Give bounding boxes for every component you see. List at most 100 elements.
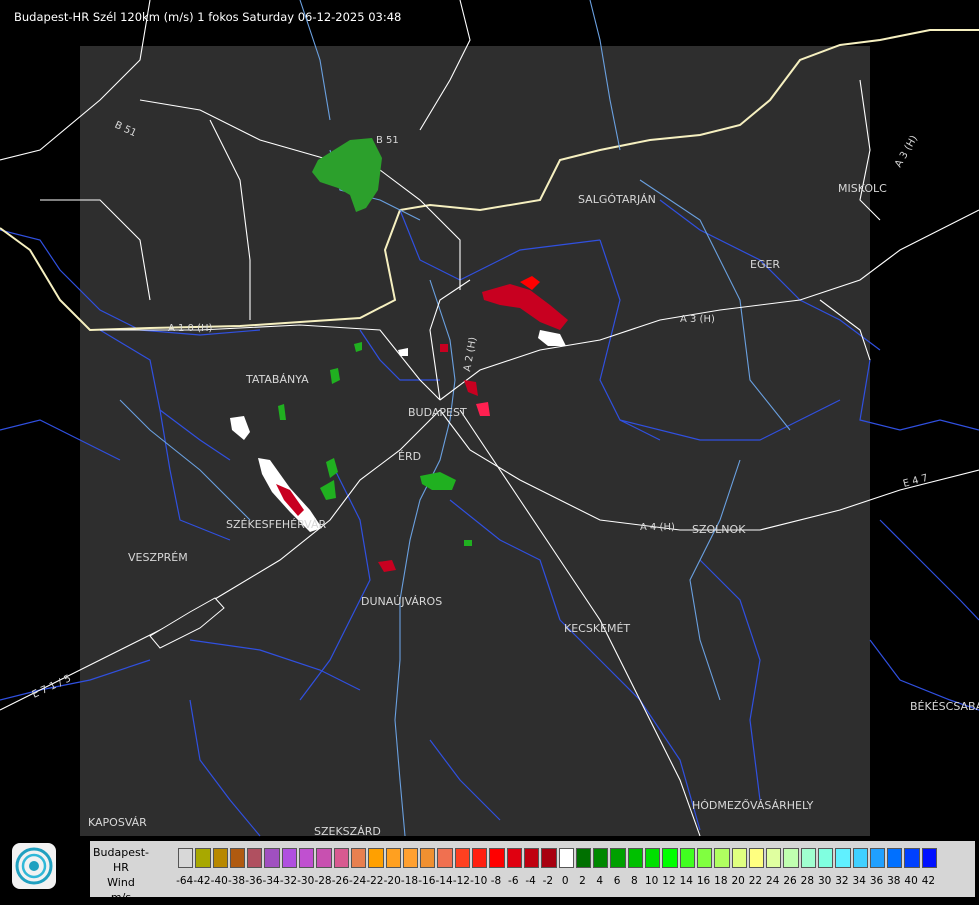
legend-tick-label: -10: [470, 875, 488, 887]
legend-tick-label: -42: [193, 875, 211, 887]
city-label: DUNAÚJVÁROS: [361, 595, 442, 608]
legend-swatch: [247, 848, 263, 868]
legend-tick-label: -20: [383, 875, 401, 887]
legend-tick-label: -8: [490, 875, 502, 887]
city-label: HÓDMEZŐVÁSÁRHELY: [692, 798, 814, 812]
legend-tick-label: 10: [644, 875, 659, 887]
legend-swatch: [593, 848, 609, 868]
legend-tick-label: -26: [331, 875, 349, 887]
legend-tick-label: 18: [714, 875, 728, 887]
road-label: A 3 (H): [893, 134, 920, 170]
legend-tick-label: 14: [679, 875, 693, 887]
met-service-logo-icon: [15, 847, 53, 885]
legend-tick-label: -18: [400, 875, 419, 887]
logo: [12, 843, 56, 889]
legend-tick-label: 8: [631, 875, 638, 887]
city-label: MISKOLC: [838, 182, 887, 195]
legend-swatch: [264, 848, 280, 868]
radar-map: SALGÓTARJÁN MISKOLC EGER TATABÁNYA BUDAP…: [0, 0, 979, 838]
legend-unit: m/s: [110, 891, 132, 904]
road-label: A 3 (H): [680, 314, 715, 325]
legend-swatch: [454, 848, 471, 868]
legend-tick-label: 36: [869, 875, 884, 887]
legend-swatch: [800, 848, 816, 868]
legend-tick-label: -24: [349, 875, 367, 887]
legend-tick-label: -12: [452, 875, 470, 887]
legend-swatch: [766, 848, 782, 868]
legend-swatch: [904, 848, 920, 868]
legend-tick-label: 30: [817, 875, 832, 887]
legend-tick-label: 40: [904, 875, 918, 887]
legend-swatch: [437, 848, 453, 868]
city-label: SZOLNOK: [692, 523, 746, 536]
road-label: E 7 1 / 5: [31, 673, 73, 701]
city-label: EGER: [750, 258, 780, 271]
legend-swatch: [541, 848, 557, 868]
legend-swatch: [783, 848, 799, 868]
city-label: SZÉKESFEHÉRVÁR: [226, 518, 327, 531]
legend-swatch: [575, 848, 592, 868]
legend-swatch: [748, 848, 765, 868]
legend-tick-label: -34: [262, 875, 280, 887]
legend-tick-label: 6: [613, 875, 621, 887]
legend-tick-label: 2: [579, 875, 586, 887]
legend-tick-label: -36: [245, 875, 263, 887]
legend-tick-label: 20: [731, 875, 745, 887]
legend-swatch: [212, 848, 228, 868]
legend-tick-label: 34: [852, 875, 866, 887]
city-label: VESZPRÉM: [128, 551, 188, 564]
city-label: SALGÓTARJÁN: [578, 193, 656, 206]
legend-swatch: [333, 848, 349, 868]
radar-coverage-area: [80, 46, 870, 836]
legend-swatch: [887, 848, 903, 868]
road-label: B 51: [376, 135, 399, 146]
legend-swatch: [835, 848, 851, 868]
legend-tick-label: -14: [435, 875, 453, 887]
road-label: A 1 0 (H): [168, 323, 213, 334]
legend-swatch: [679, 848, 695, 868]
legend-tick-label: 4: [596, 875, 604, 887]
legend-tick-label: -30: [297, 875, 315, 887]
color-legend: Budapest-HR Wind m/s -64 -42 -40 -38 -36 -34-…: [90, 841, 975, 904]
legend-swatch: [627, 848, 644, 868]
legend-swatch: [731, 848, 747, 868]
legend-swatch: [558, 848, 574, 868]
legend-radar-name: Budapest-HR: [92, 846, 149, 874]
city-label: SZEKSZÁRD: [314, 825, 381, 838]
road-label: E 4 7: [902, 473, 929, 490]
city-label: KAPOSVÁR: [88, 816, 147, 829]
legend-swatch: [402, 848, 419, 868]
legend-swatch: [472, 848, 488, 868]
legend-swatch: [178, 848, 194, 868]
legend-tick-label: -28: [314, 875, 332, 887]
legend-swatch: [921, 848, 938, 868]
legend-swatch: [420, 848, 436, 868]
legend-swatch: [852, 848, 868, 868]
legend-tick-label: 28: [800, 875, 815, 887]
legend-tick-label: 42: [921, 875, 936, 887]
legend-swatch: [506, 848, 522, 868]
legend-swatch: [714, 848, 730, 868]
legend-swatch: [229, 848, 246, 868]
legend-tick-label: 22: [748, 875, 763, 887]
legend-swatches: [178, 848, 939, 868]
legend-swatch: [662, 848, 678, 868]
city-label: KECSKEMÉT: [564, 622, 630, 635]
legend-swatch: [817, 848, 834, 868]
legend-swatch: [523, 848, 540, 868]
legend-swatch: [869, 848, 886, 868]
legend-tick-label: 0: [561, 875, 569, 887]
legend-swatch: [195, 848, 211, 868]
legend-swatch: [385, 848, 401, 868]
legend-tick-label: 26: [783, 875, 797, 887]
legend-quantity: Wind: [107, 876, 135, 889]
legend-swatch: [299, 848, 315, 868]
legend-tick-label: -6: [508, 875, 519, 887]
legend-tick-label: -22: [366, 875, 384, 887]
city-label: ÉRD: [398, 450, 421, 463]
city-label: BUDAPEST: [408, 406, 467, 419]
road-label: A 4 (H): [640, 522, 675, 533]
legend-tick-label: 12: [662, 875, 676, 887]
legend-tick-label: 24: [766, 875, 780, 887]
city-label: BÉKÉSCSABA: [910, 700, 979, 713]
